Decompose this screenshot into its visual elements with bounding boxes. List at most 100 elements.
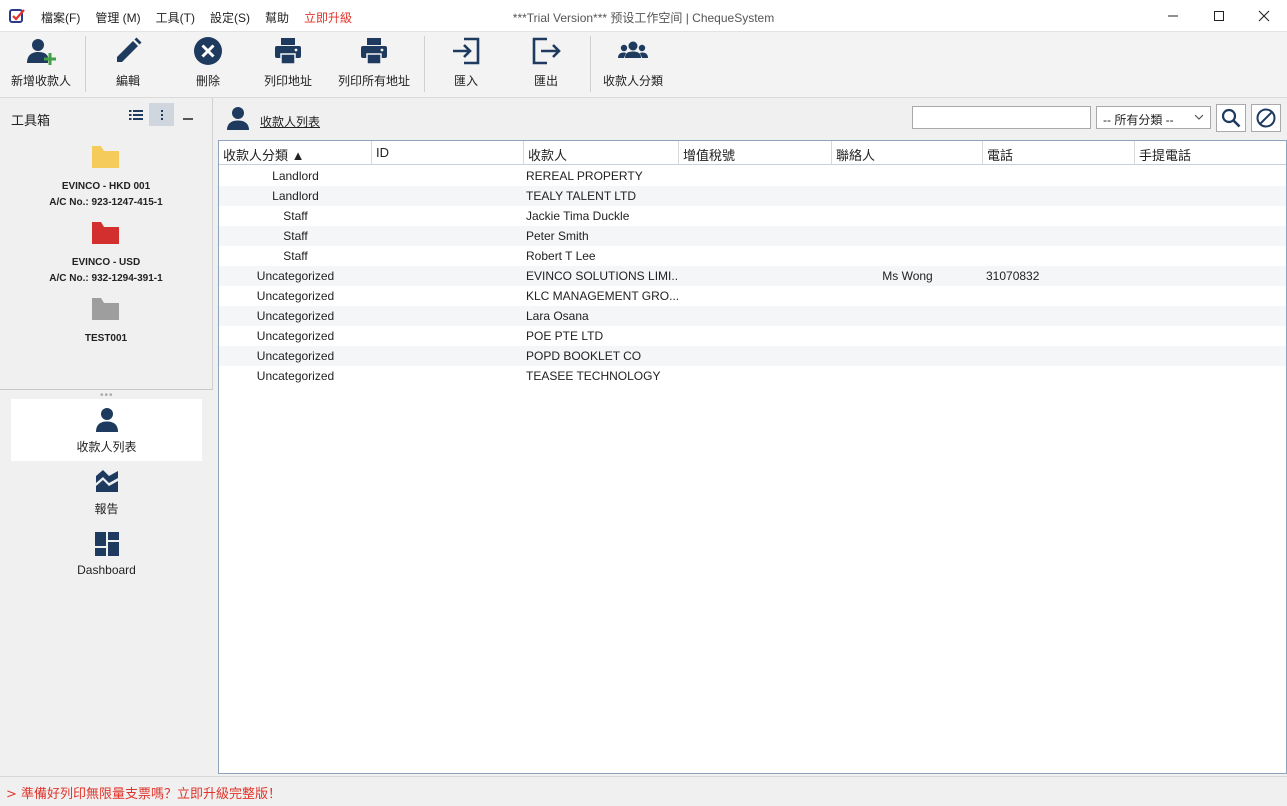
menu-help[interactable]: 幫助 — [265, 9, 289, 26]
export-button[interactable]: 匯出 — [520, 36, 572, 94]
print-all-addresses-label: 列印所有地址 — [337, 74, 410, 88]
cell-contact — [832, 166, 983, 186]
printer-icon — [275, 38, 301, 65]
user-group-icon — [618, 41, 648, 58]
account-folder-test — [92, 298, 119, 320]
cell-payee: Lara Osana — [526, 309, 589, 323]
table-row[interactable]: Uncategorized EVINCO SOLUTIONS LIMI... M… — [219, 266, 1286, 286]
search-input[interactable] — [912, 106, 1091, 129]
menu-upgrade[interactable]: 立即升級 — [304, 9, 352, 26]
cell-payee: POE PTE LTD — [526, 329, 604, 343]
menu-settings[interactable]: 設定(S) — [210, 9, 250, 26]
title-bar: 檔案(F) 管理 (M) 工具(T) 設定(S) 幫助 立即升級 ***Tria… — [0, 0, 1287, 32]
menu-bar: 檔案(F) 管理 (M) 工具(T) 設定(S) 幫助 立即升級 — [41, 9, 367, 26]
column-header-payee[interactable]: 收款人 — [524, 141, 679, 165]
print-address-label: 列印地址 — [263, 74, 312, 88]
cell-vat — [679, 326, 832, 346]
table-row[interactable]: Uncategorized Lara Osana — [219, 306, 1286, 326]
column-header-phone[interactable]: 電話 — [983, 141, 1135, 165]
cell-id — [372, 226, 524, 246]
table-row[interactable]: Landlord REREAL PROPERTY — [219, 166, 1286, 186]
cell-phone — [983, 206, 1135, 226]
export-icon — [532, 37, 561, 65]
menu-tools[interactable]: 工具(T) — [156, 9, 195, 26]
nav-dashboard[interactable]: Dashboard — [11, 523, 202, 585]
maximize-button[interactable] — [1196, 0, 1242, 32]
cell-contact — [832, 286, 983, 306]
print-address-button[interactable]: 列印地址 — [258, 36, 318, 94]
nav-payee-list[interactable]: 收款人列表 — [11, 399, 202, 461]
menu-file[interactable]: 檔案(F) — [41, 9, 80, 26]
account-test[interactable]: TEST001 — [0, 331, 212, 347]
cell-contact — [832, 186, 983, 206]
cell-contact — [832, 346, 983, 366]
import-button[interactable]: 匯入 — [440, 36, 492, 94]
delete-circle-icon — [194, 37, 222, 65]
column-header-id[interactable]: ID — [372, 141, 524, 165]
cell-phone — [983, 226, 1135, 246]
toolbox-panel: 工具箱 EVINCO - HKD 001 A/C No.: 923-1247-4… — [0, 98, 213, 390]
column-header-mobile[interactable]: 手提電話 — [1135, 141, 1286, 165]
search-button[interactable] — [1216, 104, 1246, 132]
table-row[interactable]: Uncategorized KLC MANAGEMENT GRO... — [219, 286, 1286, 306]
table-row[interactable]: Uncategorized POPD BOOKLET CO — [219, 346, 1286, 366]
cell-phone — [983, 186, 1135, 206]
folder-icon[interactable] — [92, 146, 119, 168]
nav-report[interactable]: 報告 — [11, 461, 202, 523]
search-icon — [1221, 108, 1241, 128]
category-filter-value: -- 所有分類 -- — [1103, 113, 1174, 127]
delete-button[interactable]: 刪除 — [180, 36, 236, 94]
upgrade-promo-link[interactable]: > 準備好列印無限量支票嗎？立即升級完整版！ — [6, 783, 281, 802]
table-row[interactable]: Staff Jackie Tima Duckle — [219, 206, 1286, 226]
cell-vat — [679, 186, 832, 206]
printer-icon — [361, 38, 387, 65]
toolbar: 新增收款人 編輯 刪除 列印地址 列印所有地址 匯入 匯出 收款人分類 — [0, 32, 1287, 98]
cell-payee: TEASEE TECHNOLOGY — [526, 369, 661, 383]
pencil-icon — [117, 37, 142, 62]
print-all-addresses-button[interactable]: 列印所有地址 — [336, 36, 412, 94]
category-filter-select[interactable]: -- 所有分類 -- — [1096, 106, 1211, 129]
clear-filter-button[interactable] — [1251, 104, 1281, 132]
cell-phone: 31070832 — [986, 269, 1040, 283]
table-row[interactable]: Uncategorized POE PTE LTD — [219, 326, 1286, 346]
column-header-vat[interactable]: 增值稅號 — [679, 141, 832, 165]
list-view-button[interactable] — [123, 103, 148, 126]
toolbar-separator — [424, 36, 425, 92]
cell-category: Staff — [283, 249, 308, 263]
payee-category-button[interactable]: 收款人分類 — [600, 36, 666, 94]
column-header-contact[interactable]: 聯絡人 — [832, 141, 983, 165]
collapse-toolbox-button[interactable] — [175, 103, 200, 126]
cell-category: Staff — [283, 229, 308, 243]
cell-mobile — [1135, 286, 1286, 306]
cell-mobile — [1135, 306, 1286, 326]
toolbox-title: 工具箱 — [11, 113, 51, 128]
cell-phone — [983, 366, 1135, 386]
left-pane: 工具箱 EVINCO - HKD 001 A/C No.: 923-1247-4… — [0, 98, 213, 776]
export-label: 匯出 — [533, 74, 558, 88]
folder-icon[interactable] — [92, 222, 119, 244]
menu-manage[interactable]: 管理 (M) — [95, 9, 140, 26]
cell-id — [372, 206, 524, 226]
nav-payee-list-label: 收款人列表 — [76, 439, 137, 454]
minimize-button[interactable] — [1150, 0, 1196, 32]
table-row[interactable]: Uncategorized TEASEE TECHNOLOGY — [219, 366, 1286, 386]
folder-icon[interactable] — [92, 298, 119, 320]
table-row[interactable]: Staff Robert T Lee — [219, 246, 1286, 266]
account-usd[interactable]: EVINCO - USD A/C No.: 932-1294-391-1 — [0, 255, 212, 287]
new-payee-button[interactable]: 新增收款人 — [8, 36, 74, 94]
edit-button[interactable]: 編輯 — [100, 36, 156, 94]
close-button[interactable] — [1241, 0, 1287, 32]
block-icon — [1256, 108, 1276, 128]
cell-phone — [983, 286, 1135, 306]
table-row[interactable]: Landlord TEALY TALENT LTD — [219, 186, 1286, 206]
cell-payee: Peter Smith — [526, 229, 589, 243]
cell-vat — [679, 226, 832, 246]
account-hkd[interactable]: EVINCO - HKD 001 A/C No.: 923-1247-415-1 — [0, 179, 212, 211]
column-header-category[interactable]: 收款人分類 ▲ — [219, 141, 372, 165]
cell-category: Uncategorized — [256, 289, 335, 303]
cell-category: Uncategorized — [256, 369, 335, 383]
table-row[interactable]: Staff Peter Smith — [219, 226, 1286, 246]
new-payee-label: 新增收款人 — [10, 74, 71, 88]
tile-view-button[interactable] — [149, 103, 174, 126]
cell-mobile — [1135, 186, 1286, 206]
